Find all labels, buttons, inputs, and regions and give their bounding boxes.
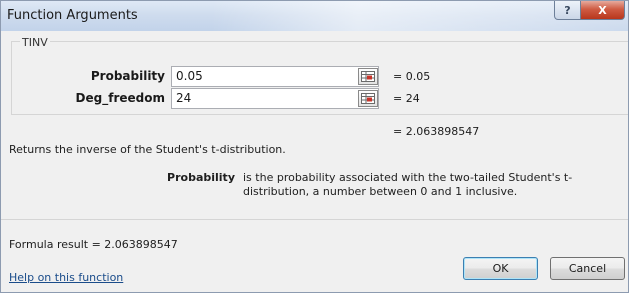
- function-result-preview: = 2.063898547: [393, 125, 480, 138]
- argument-row-probability: Probability = 0.05: [9, 65, 628, 87]
- probability-input[interactable]: [171, 65, 379, 87]
- close-button[interactable]: X: [581, 1, 625, 20]
- ok-button[interactable]: OK: [463, 257, 538, 280]
- function-description: Returns the inverse of the Student's t-d…: [9, 143, 286, 156]
- close-icon: X: [598, 3, 607, 17]
- argument-help-text: is the probability associated with the t…: [243, 171, 573, 198]
- range-select-icon: [361, 70, 375, 82]
- divider: [1, 219, 628, 220]
- argument-help-name: Probability: [167, 171, 235, 184]
- probability-range-button[interactable]: [358, 67, 378, 85]
- dialog-content: TINV Probability = 0.05 Deg_freedom: [1, 33, 628, 292]
- help-button[interactable]: ?: [554, 1, 581, 20]
- function-name: TINV: [20, 36, 50, 49]
- range-select-icon: [361, 92, 375, 104]
- help-icon: ?: [564, 3, 571, 17]
- function-arguments-dialog: Function Arguments ? X TINV Probability: [0, 0, 629, 293]
- argument-label: Deg_freedom: [75, 91, 165, 105]
- argument-label: Probability: [90, 69, 165, 83]
- deg-freedom-evaluated: = 24: [393, 91, 420, 105]
- title-bar[interactable]: Function Arguments ? X: [1, 1, 628, 31]
- deg-freedom-range-button[interactable]: [358, 89, 378, 107]
- help-on-function-link[interactable]: Help on this function: [9, 271, 123, 284]
- deg-freedom-input[interactable]: [171, 87, 379, 109]
- argument-row-deg-freedom: Deg_freedom = 24: [9, 87, 628, 109]
- cancel-button[interactable]: Cancel: [550, 257, 625, 280]
- formula-result: Formula result = 2.063898547: [9, 238, 178, 251]
- dialog-title: Function Arguments: [7, 8, 138, 23]
- probability-evaluated: = 0.05: [393, 69, 431, 83]
